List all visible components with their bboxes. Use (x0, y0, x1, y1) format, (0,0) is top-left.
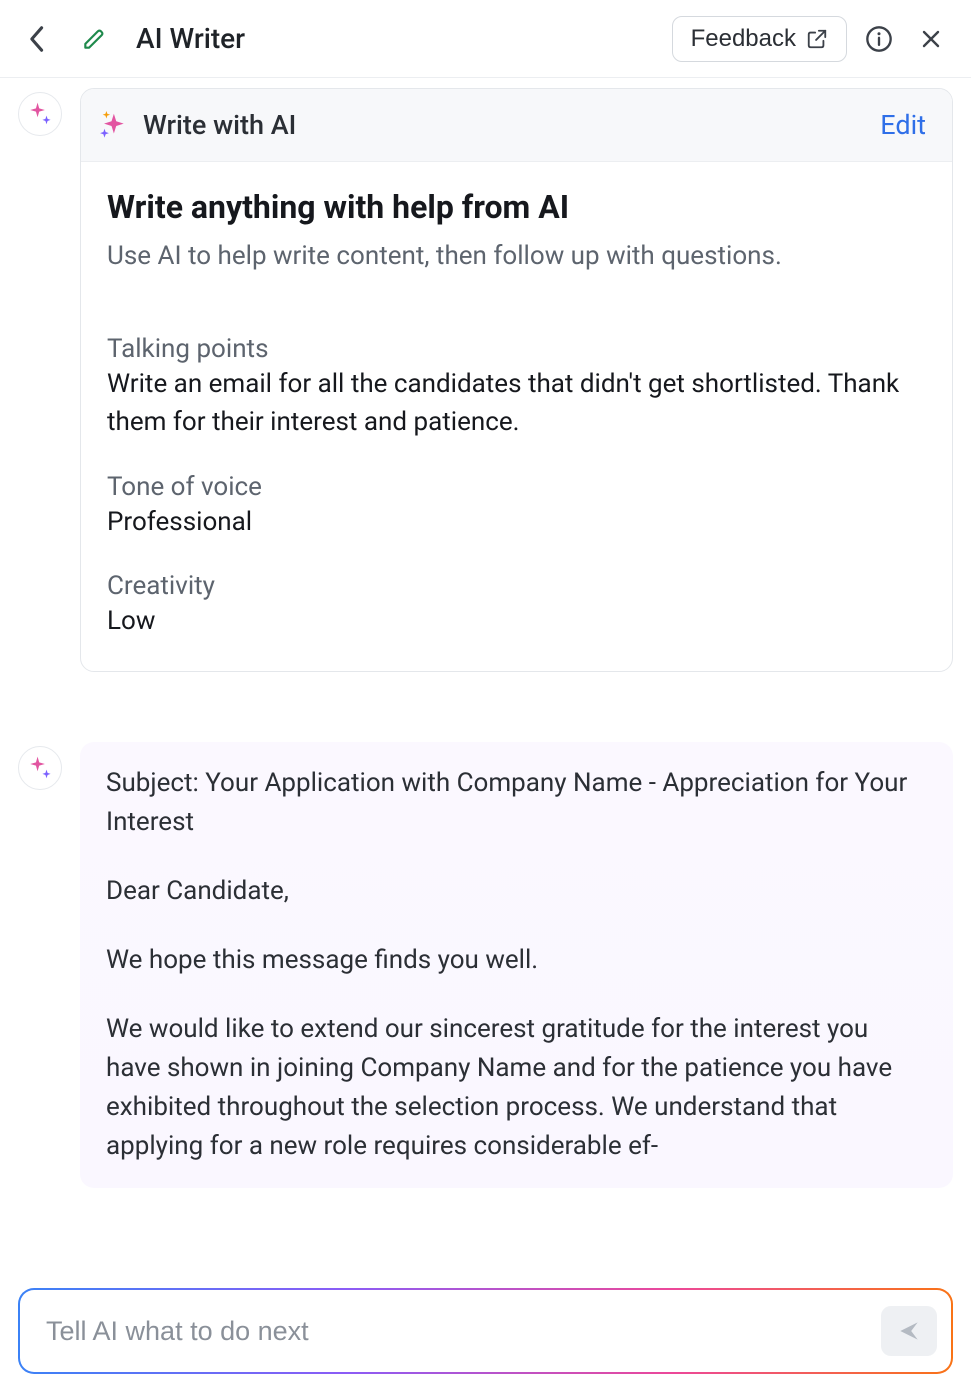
tone-label: Tone of voice (107, 472, 926, 502)
prompt-row: Write with AI Edit Write anything with h… (18, 88, 953, 672)
send-button[interactable] (881, 1306, 937, 1356)
talking-points-value: Write an email for all the candidates th… (107, 366, 926, 441)
ai-output-card: Subject: Your Application with Company N… (80, 742, 953, 1188)
topbar-left: AI Writer (16, 19, 245, 59)
output-line1: We hope this message finds you well. (106, 941, 927, 980)
prompt-card: Write with AI Edit Write anything with h… (80, 88, 953, 672)
ai-avatar (18, 746, 62, 790)
external-link-icon (806, 28, 828, 50)
close-icon (919, 27, 943, 51)
prompt-card-header: Write with AI Edit (81, 89, 952, 162)
prompt-card-title: Write with AI (143, 109, 296, 141)
prompt-input[interactable] (46, 1316, 881, 1347)
tone-value: Professional (107, 504, 926, 542)
creativity-value: Low (107, 603, 926, 641)
ai-avatar (18, 92, 62, 136)
top-bar: AI Writer Feedback (0, 0, 971, 78)
ai-output-row: Subject: Your Application with Company N… (18, 742, 953, 1188)
send-icon (896, 1318, 922, 1344)
output-subject: Subject: Your Application with Company N… (106, 764, 927, 842)
input-gradient-border (18, 1288, 953, 1374)
input-container (20, 1290, 951, 1372)
info-icon (865, 25, 893, 53)
creativity-label: Creativity (107, 571, 926, 601)
feedback-button[interactable]: Feedback (672, 16, 847, 62)
chevron-left-icon (27, 25, 45, 53)
content-area: Write with AI Edit Write anything with h… (0, 78, 971, 1280)
prompt-card-body: Write anything with help from AI Use AI … (81, 162, 952, 671)
page-title: AI Writer (136, 22, 245, 55)
edit-title-button[interactable] (74, 19, 114, 59)
sparkle-icon (97, 110, 127, 140)
output-salutation: Dear Candidate, (106, 872, 927, 911)
sparkle-icon (27, 755, 53, 781)
back-button[interactable] (16, 19, 56, 59)
close-button[interactable] (911, 19, 951, 59)
prompt-heading: Write anything with help from AI (107, 188, 926, 226)
prompt-subheading: Use AI to help write content, then follo… (107, 238, 926, 274)
footer (0, 1270, 971, 1400)
topbar-right: Feedback (672, 16, 951, 62)
edit-link[interactable]: Edit (880, 109, 926, 141)
info-button[interactable] (859, 19, 899, 59)
pencil-icon (81, 26, 107, 52)
feedback-label: Feedback (691, 25, 796, 53)
sparkle-icon (27, 101, 53, 127)
talking-points-label: Talking points (107, 334, 926, 364)
output-line2: We would like to extend our sincerest gr… (106, 1010, 927, 1166)
